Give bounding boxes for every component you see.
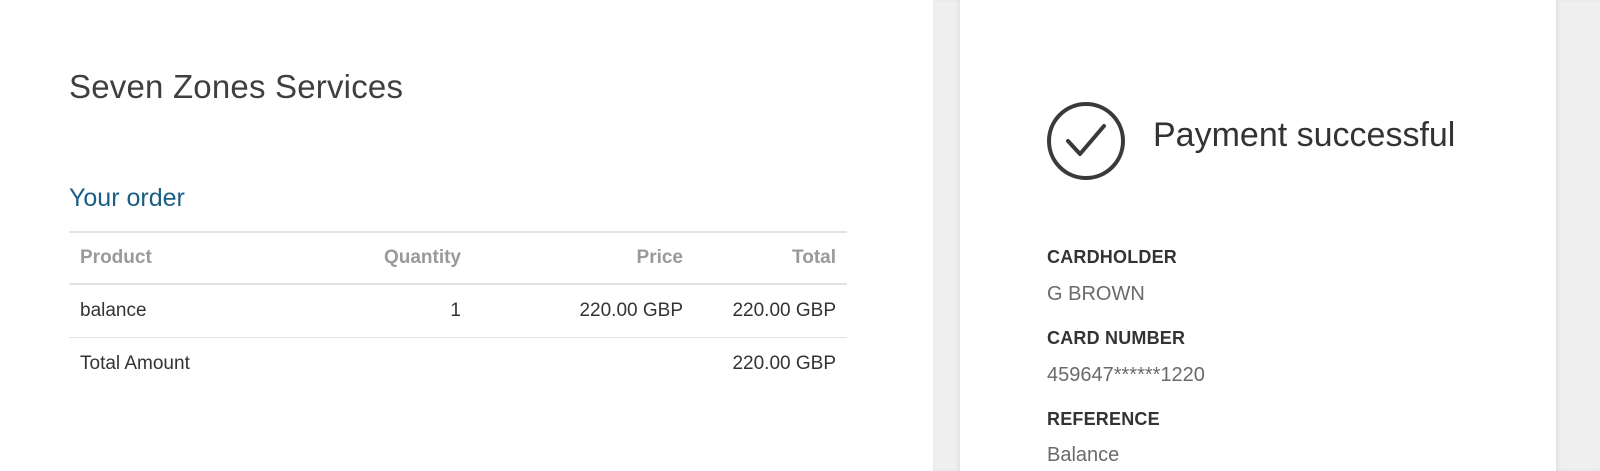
payment-status-title: Payment successful [1153, 116, 1456, 154]
empty-cell [264, 337, 472, 390]
order-heading: Your order [69, 184, 185, 212]
merchant-name: Seven Zones Services [69, 68, 404, 105]
column-header-price: Price [636, 247, 683, 268]
quantity-cell: 1 [450, 299, 461, 321]
card-number-value: 459647******1220 [1047, 364, 1205, 386]
total-cell: 220.00 GBP [732, 299, 836, 321]
payment-status-panel: Payment successful CARDHOLDER G BROWN CA… [960, 0, 1556, 471]
total-amount-row: Total Amount 220.00 GBP [69, 337, 847, 390]
cardholder-label: CARDHOLDER [1047, 247, 1177, 267]
reference-value: Balance [1047, 444, 1120, 466]
payment-receipt-page: Seven Zones Services Your order Product … [0, 0, 1600, 471]
column-header-product: Product [80, 247, 152, 268]
column-header-quantity: Quantity [383, 247, 461, 268]
panel-divider [933, 0, 960, 471]
check-circle-icon [1047, 102, 1125, 180]
order-summary-panel: Seven Zones Services Your order Product … [0, 0, 933, 471]
page-right-margin [1556, 0, 1600, 471]
empty-cell [472, 337, 694, 390]
price-cell: 220.00 GBP [579, 299, 683, 321]
total-amount-label: Total Amount [80, 352, 190, 374]
order-table-header: Product Quantity Price Total [69, 232, 847, 284]
table-row: balance 1 220.00 GBP 220.00 GBP [69, 284, 847, 337]
product-cell: balance [80, 299, 147, 321]
order-table: Product Quantity Price Total balance 1 2… [69, 231, 847, 390]
cardholder-value: G BROWN [1047, 283, 1145, 305]
card-number-label: CARD NUMBER [1047, 328, 1186, 348]
reference-label: REFERENCE [1047, 409, 1160, 429]
total-amount-value: 220.00 GBP [732, 352, 836, 374]
column-header-total: Total [792, 247, 836, 268]
